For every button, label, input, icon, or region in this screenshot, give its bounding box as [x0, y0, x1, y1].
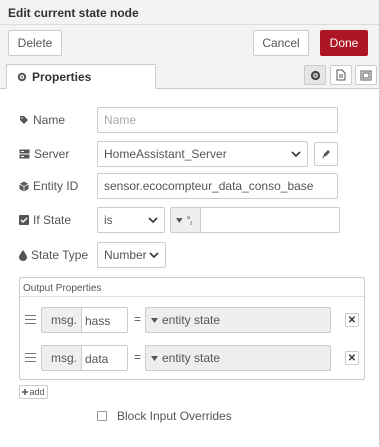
- output-properties-divider: [20, 296, 364, 297]
- server-label: Server: [19, 147, 69, 161]
- equals-sign: =: [134, 350, 142, 364]
- name-input[interactable]: Name: [97, 107, 338, 133]
- cancel-button[interactable]: Cancel: [253, 30, 309, 56]
- server-icon: [19, 149, 30, 159]
- add-output-property-button[interactable]: add: [19, 385, 48, 399]
- gear-icon: [310, 70, 320, 80]
- tab-label: Properties: [32, 69, 92, 84]
- chevron-down-icon: [149, 251, 159, 258]
- output-property-name: hass: [85, 314, 111, 328]
- chevron-down-icon: [291, 150, 301, 157]
- block-input-overrides-label: Block Input Overrides: [117, 409, 232, 423]
- if-state-type-button[interactable]: az: [171, 208, 201, 232]
- pencil-icon: [322, 150, 330, 158]
- chevron-down-icon: [148, 216, 158, 223]
- svg-text:z: z: [189, 221, 192, 226]
- close-icon: ✕: [347, 352, 357, 364]
- output-properties-legend: Output Properties: [23, 283, 102, 294]
- edit-server-button[interactable]: [314, 142, 338, 166]
- output-value-input[interactable]: entity state: [145, 345, 331, 371]
- done-button[interactable]: Done: [320, 30, 368, 56]
- output-value-input[interactable]: entity state: [145, 307, 331, 333]
- caret-down-icon: [151, 355, 158, 361]
- string-type-icon: az: [187, 215, 193, 226]
- output-value-type-button[interactable]: entity state: [146, 346, 225, 370]
- state-type-label: State Type: [19, 248, 88, 262]
- tint-icon: [19, 249, 27, 261]
- dialog-title: Edit current state node: [0, 0, 380, 25]
- server-select[interactable]: HomeAssistant_Server: [97, 141, 308, 167]
- name-label: Name: [19, 113, 65, 127]
- state-type-select[interactable]: Number: [97, 242, 166, 268]
- entity-id-input[interactable]: sensor.ecocompteur_data_conso_base: [97, 173, 338, 199]
- checkbox-icon: [19, 215, 29, 225]
- plus-icon: [22, 389, 29, 395]
- cube-icon: [19, 181, 29, 191]
- if-state-label: If State: [19, 213, 71, 227]
- tag-icon: [20, 116, 28, 124]
- caret-down-icon: [151, 317, 158, 323]
- drag-handle-icon[interactable]: [25, 315, 36, 324]
- delete-button[interactable]: Delete: [8, 30, 62, 56]
- tab-appearance-button[interactable]: [355, 65, 377, 85]
- close-icon: ✕: [347, 314, 357, 326]
- frame-icon: [360, 70, 372, 80]
- output-property-type-button[interactable]: msg.: [42, 346, 82, 370]
- output-property-input[interactable]: msg. hass: [41, 307, 128, 333]
- tab-description-button[interactable]: [330, 65, 352, 85]
- tab-properties[interactable]: Properties: [6, 64, 156, 89]
- remove-row-button[interactable]: ✕: [345, 351, 359, 365]
- caret-down-icon: [176, 217, 183, 223]
- if-state-operator-select[interactable]: is: [97, 207, 165, 233]
- output-property-name: data: [85, 352, 109, 366]
- output-property-input[interactable]: msg. data: [41, 345, 128, 371]
- equals-sign: =: [134, 312, 142, 326]
- tab-settings-button[interactable]: [304, 65, 326, 85]
- entity-id-label: Entity ID: [19, 179, 78, 193]
- document-icon: [336, 69, 346, 81]
- gear-icon: [17, 72, 27, 81]
- if-state-value-input[interactable]: az: [170, 207, 340, 233]
- dialog-button-bar: Delete Cancel Done: [0, 25, 380, 62]
- output-property-type-button[interactable]: msg.: [42, 308, 82, 332]
- block-input-overrides-checkbox[interactable]: [97, 411, 107, 421]
- output-value-type-button[interactable]: entity state: [146, 308, 225, 332]
- drag-handle-icon[interactable]: [25, 353, 36, 362]
- remove-row-button[interactable]: ✕: [345, 313, 359, 327]
